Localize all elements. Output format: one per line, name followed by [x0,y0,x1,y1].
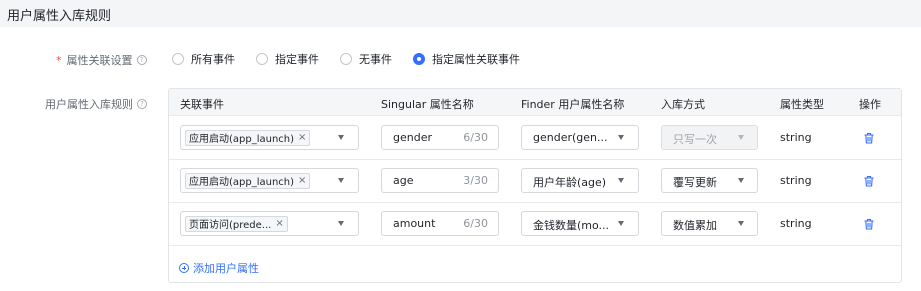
input-value: amount [393,217,436,230]
help-icon[interactable]: ? [137,99,147,109]
singular-name-input[interactable]: amount 6/30 [381,211,499,236]
radio-circle[interactable] [340,53,352,65]
attribute-type: string [780,217,812,230]
event-select[interactable]: 应用启动(app_launch) × [180,168,359,193]
help-icon[interactable]: ? [136,55,147,65]
table-row: 页面访问(prede... × amount 6/30 金钱数量(mo... 数… [169,203,901,246]
select-value: 金钱数量(mo... [533,219,610,232]
radio-no-events[interactable]: 无事件 [340,51,392,67]
chevron-down-icon [338,135,344,140]
plus-circle-icon [179,263,189,273]
rules-table: 关联事件 Singular 属性名称 Finder 用户属性名称 入库方式 属性… [168,88,902,283]
radio-specified-events[interactable]: 指定事件 [256,51,319,67]
event-select[interactable]: 页面访问(prede... × [180,211,359,236]
column-header-event: 关联事件 [180,98,224,111]
radio-circle[interactable] [256,53,268,65]
add-user-attribute-button[interactable]: 添加用户属性 [179,260,259,276]
trash-icon[interactable] [863,175,875,187]
chevron-down-icon [338,178,344,183]
association-label: 属性关联设置 [66,54,133,67]
radio-circle-checked[interactable] [413,53,425,65]
column-header-action: 操作 [859,98,881,111]
char-count: 6/30 [463,131,488,144]
chevron-down-icon [618,135,624,140]
required-star: * [56,53,62,67]
rules-label-wrap: 用户属性入库规则 ? [45,96,147,112]
input-value: age [393,174,414,187]
rules-label: 用户属性入库规则 [45,98,133,111]
finder-name-select[interactable]: 用户年龄(age) [521,168,639,193]
finder-name-select[interactable]: 金钱数量(mo... [521,211,639,236]
storage-method-select[interactable]: 覆写更新 [661,168,758,193]
page-header: 用户属性入库规则 [0,0,921,27]
select-value: 只写一次 [673,133,717,146]
event-tag: 应用启动(app_launch) × [185,129,311,146]
chevron-down-icon [738,178,744,183]
trash-icon[interactable] [863,218,875,230]
chevron-down-icon [738,135,744,140]
association-radio-group: 所有事件 指定事件 无事件 指定属性关联事件 [172,50,540,68]
event-tag: 页面访问(prede... × [185,215,288,232]
column-header-storage-method: 入库方式 [661,98,705,111]
table-header: 关联事件 Singular 属性名称 Finder 用户属性名称 入库方式 属性… [169,89,901,116]
column-header-type: 属性类型 [780,98,824,111]
radio-circle[interactable] [172,53,184,65]
storage-method-select[interactable]: 数值累加 [661,211,758,236]
tag-close-icon[interactable]: × [298,175,306,186]
select-value: 用户年龄(age) [533,176,607,189]
radio-all-events[interactable]: 所有事件 [172,51,235,67]
singular-name-input[interactable]: age 3/30 [381,168,499,193]
char-count: 6/30 [463,217,488,230]
event-select[interactable]: 应用启动(app_launch) × [180,125,359,150]
finder-name-select[interactable]: gender(gen... [521,125,639,150]
column-header-finder-name: Finder 用户属性名称 [521,98,625,111]
char-count: 3/30 [463,174,488,187]
chevron-down-icon [618,221,624,226]
add-user-attribute-label: 添加用户属性 [193,262,259,275]
radio-attribute-linked-events[interactable]: 指定属性关联事件 [413,51,520,67]
association-label-wrap: * 属性关联设置 ? [56,52,147,68]
column-header-singular-name: Singular 属性名称 [381,98,474,111]
tag-close-icon[interactable]: × [298,132,306,143]
singular-name-input[interactable]: gender 6/30 [381,125,499,150]
event-tag-label: 页面访问(prede... [189,220,272,231]
table-row: 应用启动(app_launch) × gender 6/30 gender(ge… [169,117,901,160]
select-value: 覆写更新 [673,176,717,189]
attribute-type: string [780,131,812,144]
event-tag-label: 应用启动(app_launch) [189,134,295,145]
radio-label: 指定事件 [275,53,319,66]
event-tag: 应用启动(app_launch) × [185,172,311,189]
radio-label: 所有事件 [191,53,235,66]
chevron-down-icon [738,221,744,226]
attribute-type: string [780,174,812,187]
tag-close-icon[interactable]: × [275,218,283,229]
radio-label: 指定属性关联事件 [432,53,520,66]
chevron-down-icon [618,178,624,183]
chevron-down-icon [338,221,344,226]
table-row: 应用启动(app_launch) × age 3/30 用户年龄(age) 覆写… [169,160,901,203]
input-value: gender [393,131,432,144]
storage-method-select: 只写一次 [661,125,758,150]
select-value: gender(gen... [533,131,608,144]
select-value: 数值累加 [673,219,717,232]
event-tag-label: 应用启动(app_launch) [189,177,295,188]
trash-icon[interactable] [863,132,875,144]
page-title: 用户属性入库规则 [7,9,112,24]
radio-label: 无事件 [359,53,392,66]
